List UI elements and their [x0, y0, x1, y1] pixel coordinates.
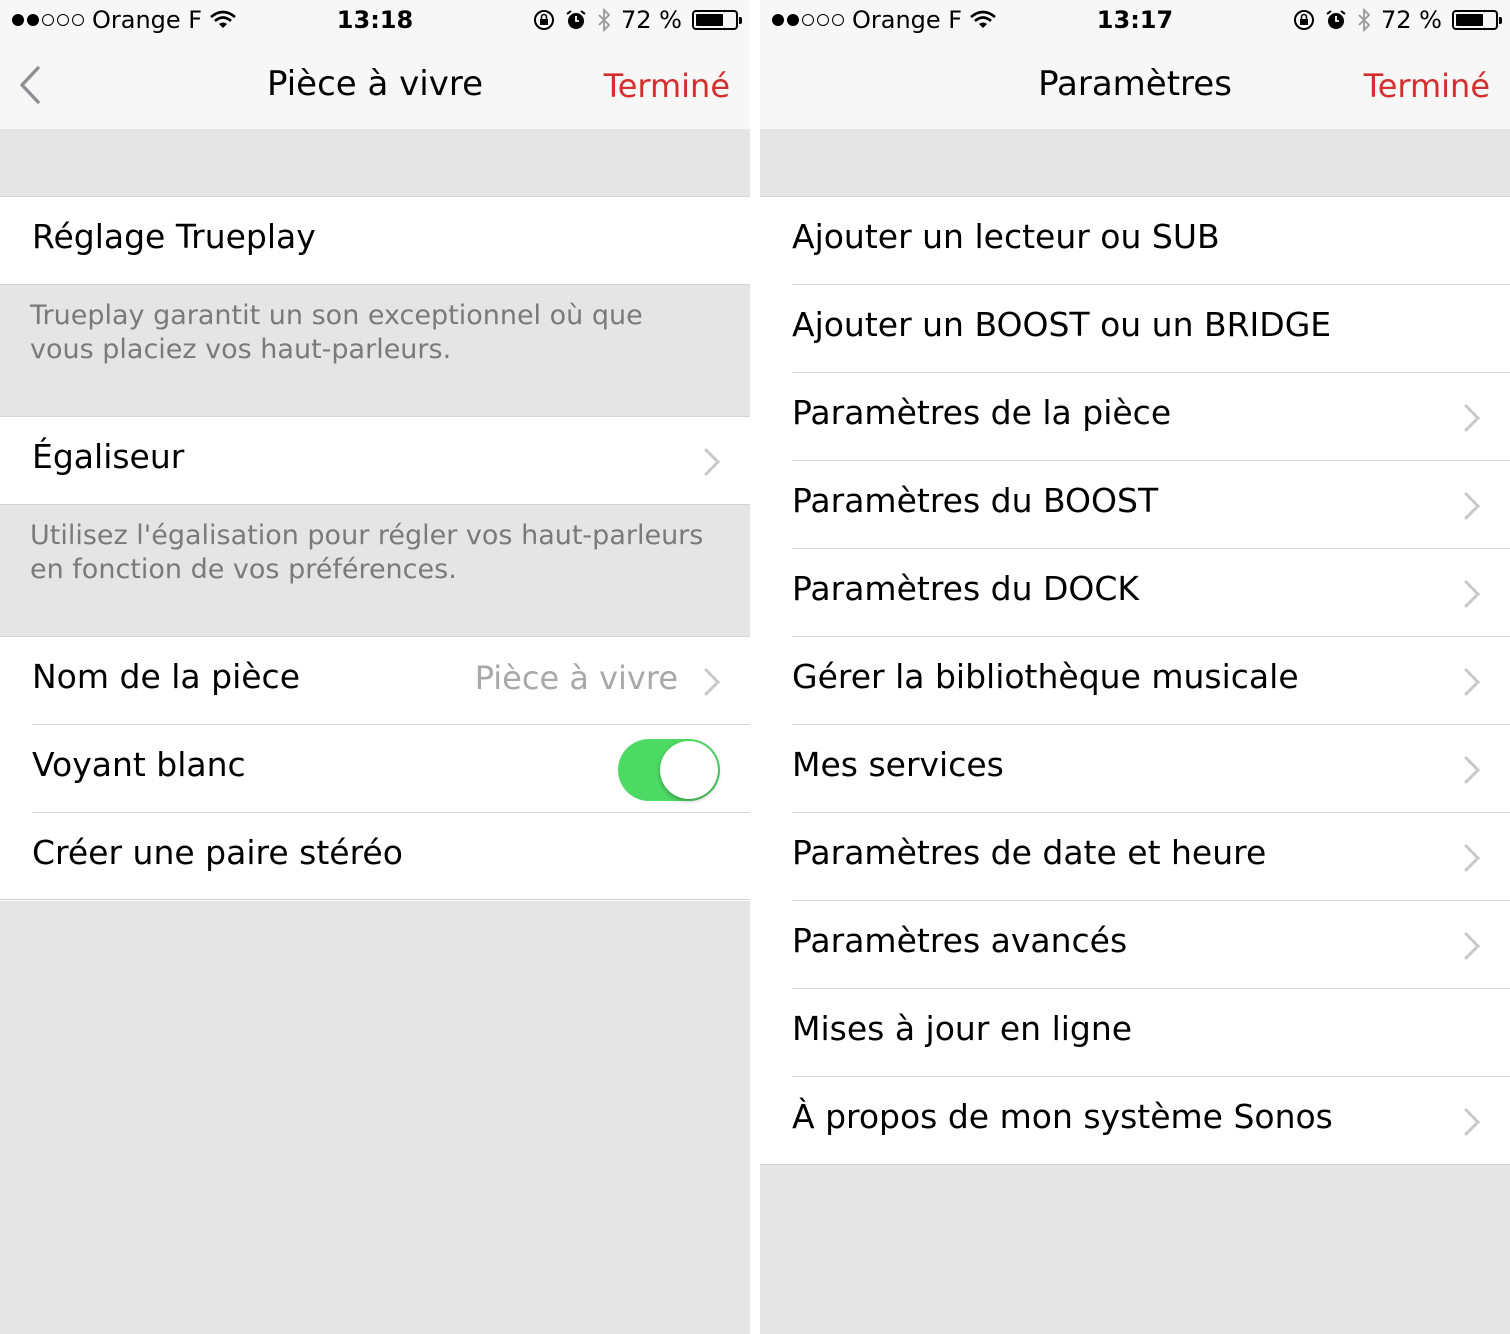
orientation-lock-icon: [1294, 10, 1315, 30]
chevron-right-icon: [1464, 756, 1481, 784]
stereo-pair-label: Créer une paire stéréo: [32, 833, 403, 872]
toggle-knob: [660, 741, 718, 799]
white-light-item: Voyant blanc: [0, 725, 750, 813]
chevron-right-icon: [1464, 404, 1481, 432]
navigation-bar: Pièce à vivre Terminé: [0, 40, 750, 129]
chevron-right-icon: [704, 668, 721, 696]
done-button[interactable]: Terminé: [1364, 67, 1490, 105]
settings-item-label: Ajouter un BOOST ou un BRIDGE: [792, 305, 1332, 344]
chevron-right-icon: [1464, 492, 1481, 520]
room-name-label: Nom de la pièce: [32, 657, 300, 696]
settings-item-label: Mises à jour en ligne: [792, 1009, 1133, 1048]
settings-item[interactable]: Paramètres avancés: [760, 901, 1510, 989]
status-bar: Orange F 13:17 72 %: [760, 0, 1510, 40]
room-name-value: Pièce à vivre: [474, 659, 678, 697]
settings-item-label: Paramètres de date et heure: [792, 833, 1267, 872]
room-name-item[interactable]: Nom de la pièce Pièce à vivre: [0, 637, 750, 725]
status-bar: Orange F 13:18 72 %: [0, 0, 750, 40]
settings-item[interactable]: Ajouter un lecteur ou SUB: [760, 197, 1510, 285]
trueplay-label: Réglage Trueplay: [32, 217, 316, 256]
settings-item-label: Paramètres du DOCK: [792, 569, 1140, 608]
divider: [0, 284, 750, 285]
settings-item[interactable]: Gérer la bibliothèque musicale: [760, 637, 1510, 725]
settings-item[interactable]: Paramètres du DOCK: [760, 549, 1510, 637]
alarm-icon: [1326, 10, 1346, 29]
chevron-right-icon: [704, 448, 721, 476]
white-light-label: Voyant blanc: [32, 745, 246, 784]
settings-item-label: Mes services: [792, 745, 1004, 784]
settings-item-label: Paramètres du BOOST: [792, 481, 1159, 520]
settings-screen: Orange F 13:17 72 % Paramètres Terminé A…: [760, 0, 1510, 1334]
equalizer-label: Égaliseur: [32, 437, 185, 476]
trueplay-tuning-item[interactable]: Réglage Trueplay: [0, 197, 750, 285]
divider: [0, 899, 750, 900]
alarm-icon: [566, 10, 586, 29]
settings-item[interactable]: Ajouter un BOOST ou un BRIDGE: [760, 285, 1510, 373]
battery-percentage: 72 %: [621, 6, 682, 34]
settings-item[interactable]: Paramètres du BOOST: [760, 461, 1510, 549]
chevron-right-icon: [1464, 668, 1481, 696]
chevron-right-icon: [1464, 844, 1481, 872]
settings-item[interactable]: Mes services: [760, 725, 1510, 813]
battery-icon: [1452, 10, 1502, 30]
create-stereo-pair-item[interactable]: Créer une paire stéréo: [0, 813, 750, 901]
chevron-right-icon: [1464, 1108, 1481, 1136]
done-button[interactable]: Terminé: [604, 67, 730, 105]
equalizer-description: Utilisez l'égalisation pour régler vos h…: [30, 520, 704, 585]
settings-item-label: Gérer la bibliothèque musicale: [792, 657, 1299, 696]
settings-item-label: À propos de mon système Sonos: [792, 1097, 1333, 1136]
orientation-lock-icon: [534, 10, 555, 30]
white-light-toggle[interactable]: [618, 739, 720, 801]
settings-item-label: Paramètres de la pièce: [792, 393, 1172, 432]
battery-percentage: 72 %: [1381, 6, 1442, 34]
settings-item-label: Paramètres avancés: [792, 921, 1128, 960]
settings-item-label: Ajouter un lecteur ou SUB: [792, 217, 1220, 256]
trueplay-description: Trueplay garantit un son exceptionnel où…: [30, 300, 643, 365]
settings-item[interactable]: Mises à jour en ligne: [760, 989, 1510, 1077]
bluetooth-icon: [1358, 8, 1371, 32]
divider: [0, 504, 750, 505]
equalizer-item[interactable]: Égaliseur: [0, 417, 750, 505]
divider: [760, 1164, 1510, 1165]
chevron-right-icon: [1464, 580, 1481, 608]
settings-item[interactable]: À propos de mon système Sonos: [760, 1077, 1510, 1165]
room-settings-screen: Orange F 13:18 72 % Pièce à vivre Termin…: [0, 0, 750, 1334]
battery-icon: [692, 10, 742, 30]
bluetooth-icon: [598, 8, 611, 32]
settings-item[interactable]: Paramètres de la pièce: [760, 373, 1510, 461]
settings-item[interactable]: Paramètres de date et heure: [760, 813, 1510, 901]
navigation-bar: Paramètres Terminé: [760, 40, 1510, 129]
chevron-right-icon: [1464, 932, 1481, 960]
